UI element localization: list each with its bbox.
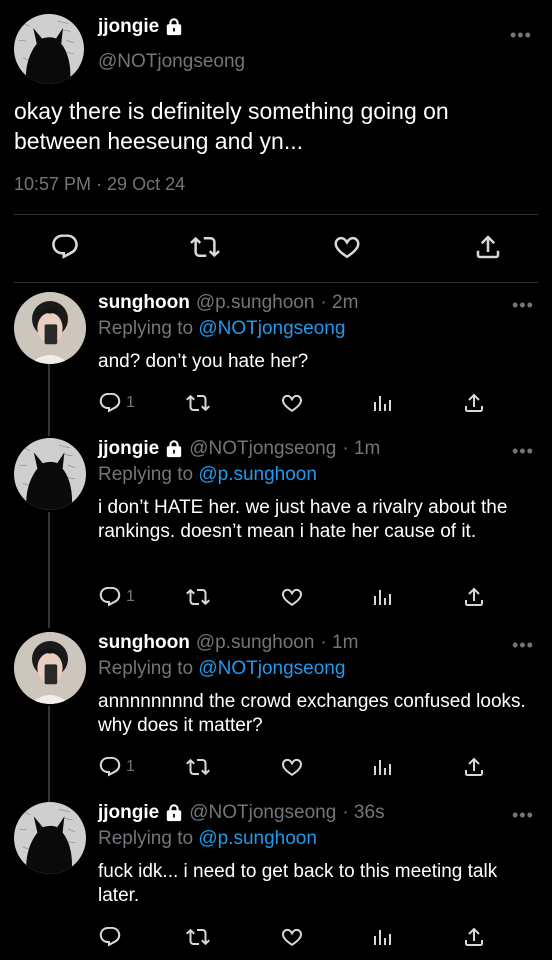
reply-text: annnnnnnnd the crowd exchanges confused … (98, 691, 526, 736)
replying-prefix: Replying to (98, 658, 194, 679)
replying-to: Replying to @p.sunghoon (98, 464, 317, 486)
handle[interactable]: @NOTjongseong (189, 802, 336, 824)
display-name[interactable]: sunghoon (98, 632, 190, 654)
mention-link[interactable]: @p.sunghoon (198, 464, 317, 485)
reply-icon[interactable]: 1 (98, 754, 135, 780)
display-name[interactable]: jjongie (98, 438, 159, 460)
avatar[interactable] (14, 802, 86, 874)
reply-actions: 1 (0, 754, 552, 780)
share-icon[interactable] (462, 924, 486, 950)
tweet-text: okay there is definitely something going… (14, 98, 449, 154)
reply-actions: 1 (0, 390, 552, 416)
replying-to: Replying to @p.sunghoon (98, 828, 317, 850)
reply-text: i don’t HATE her. we just have a rivalry… (98, 497, 508, 542)
reply-text: fuck idk... i need to get back to this m… (98, 861, 498, 906)
display-name[interactable]: jjongie (98, 802, 159, 824)
mention-link[interactable]: @NOTjongseong (198, 318, 345, 339)
share-icon[interactable] (462, 390, 486, 416)
retweet-icon[interactable] (186, 390, 210, 416)
avatar[interactable] (14, 292, 86, 364)
analytics-icon[interactable] (370, 924, 394, 950)
display-name[interactable]: sunghoon (98, 292, 190, 314)
reply-tweet[interactable]: jjongie @NOTjongseong · 36s ••• Replying… (0, 802, 552, 952)
divider (14, 282, 538, 283)
heart-icon[interactable] (280, 924, 304, 950)
reply-time: · 1m (320, 632, 359, 653)
share-icon[interactable] (473, 232, 503, 262)
mention-link[interactable]: @p.sunghoon (198, 828, 317, 849)
share-icon[interactable] (462, 754, 486, 780)
handle[interactable]: @p.sunghoon (196, 292, 315, 314)
reply-count: 1 (126, 588, 135, 605)
lock-icon (165, 440, 183, 458)
more-icon[interactable]: ••• (510, 26, 532, 44)
more-icon[interactable]: ••• (512, 806, 534, 824)
retweet-icon[interactable] (190, 232, 220, 262)
handle[interactable]: @p.sunghoon (196, 632, 315, 654)
tweet-timestamp[interactable]: 10:57 PM · 29 Oct 24 (14, 174, 185, 195)
reply-actions (0, 924, 552, 950)
divider (14, 214, 538, 215)
heart-icon[interactable] (280, 584, 304, 610)
analytics-icon[interactable] (370, 584, 394, 610)
retweet-icon[interactable] (186, 754, 210, 780)
heart-icon[interactable] (280, 390, 304, 416)
retweet-icon[interactable] (186, 924, 210, 950)
tweet-actions (0, 232, 552, 262)
replying-prefix: Replying to (98, 318, 194, 339)
lock-icon (165, 804, 183, 822)
mention-link[interactable]: @NOTjongseong (198, 658, 345, 679)
retweet-icon[interactable] (186, 584, 210, 610)
analytics-icon[interactable] (370, 754, 394, 780)
more-icon[interactable]: ••• (512, 636, 534, 654)
reply-header: sunghoon @p.sunghoon · 1m (98, 632, 358, 654)
replying-prefix: Replying to (98, 828, 194, 849)
analytics-icon[interactable] (370, 390, 394, 416)
share-icon[interactable] (462, 584, 486, 610)
reply-icon[interactable] (50, 232, 80, 262)
avatar[interactable] (14, 438, 86, 510)
reply-text: and? don’t you hate her? (98, 351, 309, 372)
reply-icon[interactable]: 1 (98, 584, 135, 610)
reply-time: · 1m (342, 438, 381, 459)
reply-count: 1 (126, 394, 135, 411)
reply-header: jjongie @NOTjongseong · 1m (98, 438, 380, 460)
lock-icon (165, 18, 183, 36)
reply-icon[interactable] (98, 924, 126, 950)
reply-time: · 2m (320, 292, 359, 313)
reply-actions: 1 (0, 584, 552, 610)
heart-icon[interactable] (280, 754, 304, 780)
reply-count: 1 (126, 758, 135, 775)
reply-tweet[interactable]: sunghoon @p.sunghoon · 2m ••• Replying t… (0, 292, 552, 432)
replying-prefix: Replying to (98, 464, 194, 485)
display-name[interactable]: jjongie (98, 16, 183, 38)
handle[interactable]: @NOTjongseong (98, 51, 245, 73)
avatar[interactable] (14, 632, 86, 704)
reply-header: sunghoon @p.sunghoon · 2m (98, 292, 358, 314)
display-name-text: jjongie (98, 16, 160, 37)
heart-icon[interactable] (332, 232, 362, 262)
handle[interactable]: @NOTjongseong (189, 438, 336, 460)
replying-to: Replying to @NOTjongseong (98, 318, 345, 340)
reply-time: · 36s (342, 802, 385, 823)
more-icon[interactable]: ••• (512, 442, 534, 460)
reply-tweet[interactable]: sunghoon @p.sunghoon · 1m ••• Replying t… (0, 632, 552, 782)
reply-header: jjongie @NOTjongseong · 36s (98, 802, 385, 824)
more-icon[interactable]: ••• (512, 296, 534, 314)
replying-to: Replying to @NOTjongseong (98, 658, 345, 680)
reply-icon[interactable]: 1 (98, 390, 135, 416)
reply-tweet[interactable]: jjongie @NOTjongseong · 1m ••• Replying … (0, 438, 552, 618)
avatar[interactable] (14, 14, 84, 84)
